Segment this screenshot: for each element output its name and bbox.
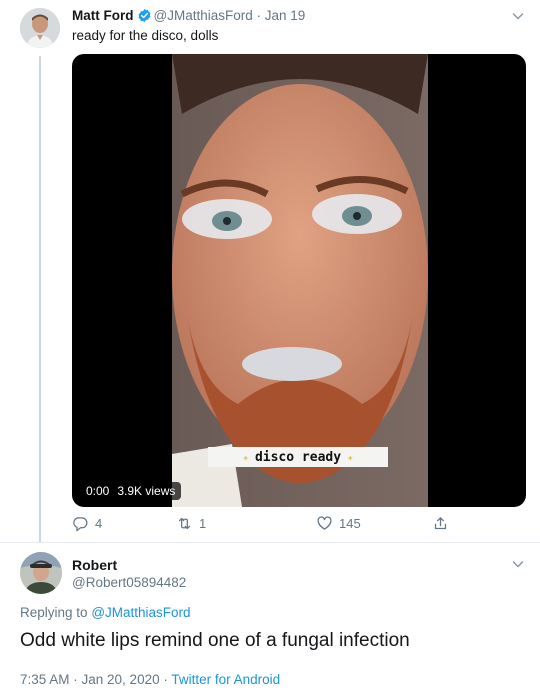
- video-player[interactable]: ✦ disco ready ✦ 0:00 3.9K views: [72, 54, 526, 507]
- verified-badge-icon: [137, 8, 152, 26]
- video-caption: ✦ disco ready ✦: [208, 447, 388, 467]
- avatar[interactable]: [20, 552, 62, 594]
- reply-count: 4: [95, 516, 103, 531]
- tweet-header: Matt Ford @JMatthiasFord · Jan 19: [72, 8, 305, 26]
- tweet-timestamp[interactable]: 7:35 AM · Jan 20, 2020: [20, 672, 160, 687]
- video-timestamp: 0:00: [86, 484, 110, 498]
- share-icon: [434, 517, 447, 530]
- video-thumbnail-image: [172, 54, 428, 507]
- sparkle-icon: ✦: [242, 450, 249, 464]
- like-count: 145: [339, 516, 361, 531]
- reply-text: Odd white lips remind one of a fungal in…: [20, 630, 410, 651]
- thread-connector-line: [39, 56, 41, 542]
- author-handle[interactable]: @Robert05894482: [72, 575, 186, 590]
- separator-dot: ·: [256, 8, 262, 23]
- avatar-matt-image: [20, 8, 60, 48]
- retweet-count: 1: [199, 516, 207, 531]
- mention-link[interactable]: @JMatthiasFord: [91, 605, 190, 620]
- chevron-down-icon[interactable]: [510, 8, 526, 24]
- video-views: 3.9K views: [117, 484, 176, 498]
- like-button[interactable]: 145: [316, 515, 361, 532]
- video-stats-badge: 0:00 3.9K views: [80, 482, 182, 500]
- video-frame: [172, 54, 428, 507]
- replying-to-line: Replying to @JMatthiasFord: [20, 605, 191, 620]
- separator-dot: ·: [163, 672, 168, 687]
- video-caption-text: disco ready: [254, 449, 342, 465]
- reply-button[interactable]: 4: [72, 515, 102, 532]
- tweet-meta: 7:35 AM · Jan 20, 2020 · Twitter for And…: [20, 672, 280, 687]
- avatar-robert-image: [20, 552, 62, 594]
- author-handle[interactable]: @JMatthiasFord: [154, 8, 253, 23]
- tweet-actions: 4 1 145: [72, 515, 472, 535]
- retweet-button[interactable]: 1: [176, 515, 206, 532]
- chevron-down-icon[interactable]: [510, 556, 526, 572]
- share-button[interactable]: [432, 515, 449, 532]
- replying-prefix: Replying to: [20, 605, 88, 620]
- sparkle-icon: ✦: [347, 450, 354, 464]
- tweet-date[interactable]: Jan 19: [265, 8, 306, 23]
- author-name[interactable]: Robert: [72, 557, 117, 573]
- source-link[interactable]: Twitter for Android: [171, 672, 280, 687]
- reply-icon: [73, 517, 88, 532]
- avatar[interactable]: [20, 8, 60, 48]
- author-name[interactable]: Matt Ford: [72, 8, 134, 23]
- tweet-text: ready for the disco, dolls: [72, 28, 219, 43]
- like-icon: [317, 516, 332, 530]
- retweet-icon: [178, 517, 191, 530]
